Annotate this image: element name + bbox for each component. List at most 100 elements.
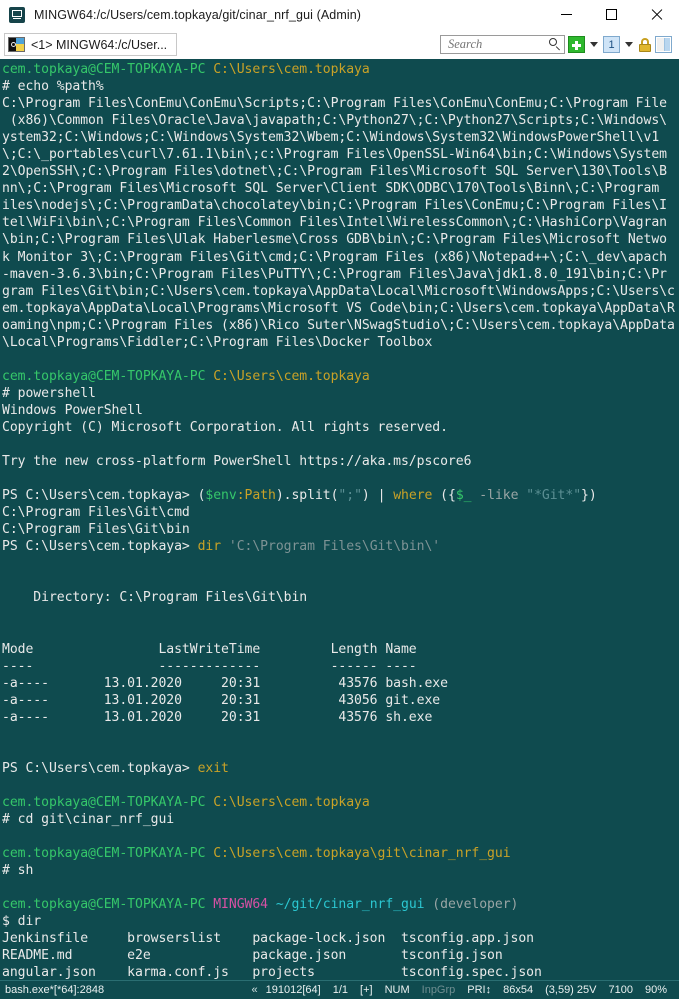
terminal-line: \bin;C:\Program Files\Ulak Haberlesme\Cr… <box>2 231 679 248</box>
terminal-viewport[interactable]: cem.topkaya@CEM-TOPKAYA-PC C:\Users\cem.… <box>0 59 679 980</box>
terminal-text: iles\nodejs\;C:\ProgramData\chocolatey\b… <box>2 198 667 214</box>
active-console-button[interactable]: 1 <box>603 36 620 53</box>
terminal-line: cem.topkaya@CEM-TOPKAYA-PC C:\Users\cem.… <box>2 368 679 385</box>
terminal-text: where <box>393 488 433 504</box>
terminal-line: ystem32;C:\Windows;C:\Windows\System32\W… <box>2 129 679 146</box>
terminal-text: -a---- 13.01.2020 20:31 43056 git.exe <box>2 692 441 708</box>
terminal-text: C:\Program Files\Git\cmd <box>2 505 190 521</box>
terminal-text: C:\Users\cem.topkaya <box>213 62 370 77</box>
minimize-button[interactable] <box>544 0 589 29</box>
terminal-line: angular.json karma.conf.js projects tsco… <box>2 964 679 980</box>
search-icon[interactable] <box>548 38 561 51</box>
console-tab[interactable]: <1> MINGW64:/c/User... <box>4 33 178 56</box>
terminal-text: Copyright (C) Microsoft Corporation. All… <box>2 419 448 435</box>
status-build: 191012[64] <box>265 984 321 996</box>
minimize-icon <box>561 14 572 15</box>
terminal-line: cem.topkaya@CEM-TOPKAYA-PC MINGW64 ~/git… <box>2 896 679 913</box>
status-tabs: 1/1 <box>332 984 349 996</box>
terminal-line: ---- ------------- ------ ---- <box>2 658 679 675</box>
terminal-text: # cd git\cinar_nrf_gui <box>2 812 175 828</box>
terminal-text: 2\OpenSSH\;C:\Program Files\dotnet\;C:\P… <box>2 164 667 180</box>
terminal-line: PS C:\Users\cem.topkaya> dir 'C:\Program… <box>2 538 679 555</box>
status-inpgrp: InpGrp <box>421 984 456 996</box>
close-button[interactable] <box>634 0 679 29</box>
terminal-text: $ dir <box>2 914 42 930</box>
terminal-text: tel\WiFi\bin\;C:\Program Files\Common Fi… <box>2 215 667 231</box>
status-buffer: 7100 <box>608 984 633 996</box>
terminal-text: ).split( <box>275 488 339 504</box>
search-box[interactable] <box>440 35 565 54</box>
status-fields: « 191012[64] 1/1 [+] NUM InpGrp PRI↕ 86x… <box>252 984 673 996</box>
terminal-line: C:\Program Files\ConEmu\ConEmu\Scripts;C… <box>2 95 679 112</box>
terminal-text: gram Files\Git\bin;C:\Users\cem.topkaya\… <box>2 283 675 299</box>
terminal-text: (developer) <box>424 897 519 913</box>
terminal-text: $env <box>205 488 237 504</box>
terminal-text: Jenkinsfile browserslist package-lock.js… <box>2 931 534 947</box>
chevron-down-icon[interactable] <box>590 42 598 47</box>
terminal-line: Directory: C:\Program Files\Git\bin <box>2 589 679 606</box>
terminal-text: C:\Program Files\ConEmu\ConEmu\Scripts;C… <box>2 96 667 112</box>
chevron-down-icon[interactable] <box>625 42 633 47</box>
terminal-text: :Path <box>236 488 276 504</box>
terminal-text: PS C:\Users\cem.topkaya> <box>2 488 198 504</box>
terminal-text: \;C:\_portables\curl\7.61.1\bin\;c:\Prog… <box>2 147 667 163</box>
terminal-text: cem.topkaya@CEM-TOPKAYA-PC <box>2 62 214 77</box>
status-zoom: 90% <box>644 984 667 996</box>
window-controls <box>544 0 679 29</box>
terminal-text: Directory: C:\Program Files\Git\bin <box>2 590 308 606</box>
maximize-icon <box>606 9 617 20</box>
terminal-line: README.md e2e package.json tsconfig.json <box>2 947 679 964</box>
status-bar: bash.exe*[*64]:2848 « 191012[64] 1/1 [+]… <box>0 980 679 999</box>
terminal-line: k Monitor 3\;C:\Program Files\Git\cmd;C:… <box>2 249 679 266</box>
terminal-line: cem.topkaya@CEM-TOPKAYA-PC C:\Users\cem.… <box>2 845 679 862</box>
terminal-line: Try the new cross-platform PowerShell ht… <box>2 453 679 470</box>
terminal-line: Copyright (C) Microsoft Corporation. All… <box>2 419 679 436</box>
conemu-window: MINGW64:/c/Users/cem.topkaya/git/cinar_n… <box>0 0 679 999</box>
status-admin: [+] <box>360 984 373 996</box>
terminal-line: (x86)\Common Files\Oracle\Java\javapath;… <box>2 112 679 129</box>
terminal-line: em.topkaya\AppData\Local\Programs\Micros… <box>2 300 679 317</box>
new-console-button[interactable] <box>568 36 585 53</box>
search-input[interactable] <box>448 37 548 52</box>
terminal-line: 2\OpenSSH\;C:\Program Files\dotnet\;C:\P… <box>2 163 679 180</box>
terminal-text: -a---- 13.01.2020 20:31 43576 sh.exe <box>2 709 433 725</box>
terminal-line: # cd git\cinar_nrf_gui <box>2 811 679 828</box>
terminal-line: tel\WiFi\bin\;C:\Program Files\Common Fi… <box>2 214 679 231</box>
status-size: 86x54 <box>503 984 534 996</box>
terminal-text: (x86)\Common Files\Oracle\Java\javapath;… <box>2 113 667 129</box>
terminal-text: # sh <box>2 863 34 879</box>
terminal-text: ---- ------------- ------ ---- <box>2 658 417 674</box>
status-process: bash.exe*[*64]:2848 <box>5 984 105 996</box>
terminal-text: cem.topkaya@CEM-TOPKAYA-PC <box>2 846 214 862</box>
terminal-text: ) <box>361 488 378 504</box>
terminal-text: cem.topkaya@CEM-TOPKAYA-PC <box>2 795 214 811</box>
panels-icon[interactable] <box>655 36 672 53</box>
lock-icon[interactable] <box>638 36 652 53</box>
terminal-line: C:\Program Files\Git\cmd <box>2 504 679 521</box>
console-tab-label: <1> MINGW64:/c/User... <box>31 37 168 52</box>
terminal-text: Try the new cross-platform PowerShell ht… <box>2 454 472 470</box>
terminal-text: C:\Users\cem.topkaya\git\cinar_nrf_gui <box>213 846 511 862</box>
terminal-line: # sh <box>2 862 679 879</box>
terminal-text: }) <box>581 488 597 504</box>
terminal-text: em.topkaya\AppData\Local\Programs\Micros… <box>2 300 675 316</box>
window-title: MINGW64:/c/Users/cem.topkaya/git/cinar_n… <box>34 7 362 22</box>
terminal-text: cem.topkaya@CEM-TOPKAYA-PC <box>2 368 214 384</box>
terminal-text: # echo %path% <box>2 79 104 95</box>
terminal-text: -like <box>471 488 527 504</box>
maximize-button[interactable] <box>589 0 634 29</box>
title-bar: MINGW64:/c/Users/cem.topkaya/git/cinar_n… <box>0 0 679 30</box>
terminal-text: k Monitor 3\;C:\Program Files\Git\cmd;C:… <box>2 249 667 265</box>
terminal-text: dir <box>197 539 222 555</box>
terminal-text: nn\;C:\Program Files\Microsoft SQL Serve… <box>2 181 667 197</box>
status-chevron[interactable]: « <box>252 984 260 996</box>
